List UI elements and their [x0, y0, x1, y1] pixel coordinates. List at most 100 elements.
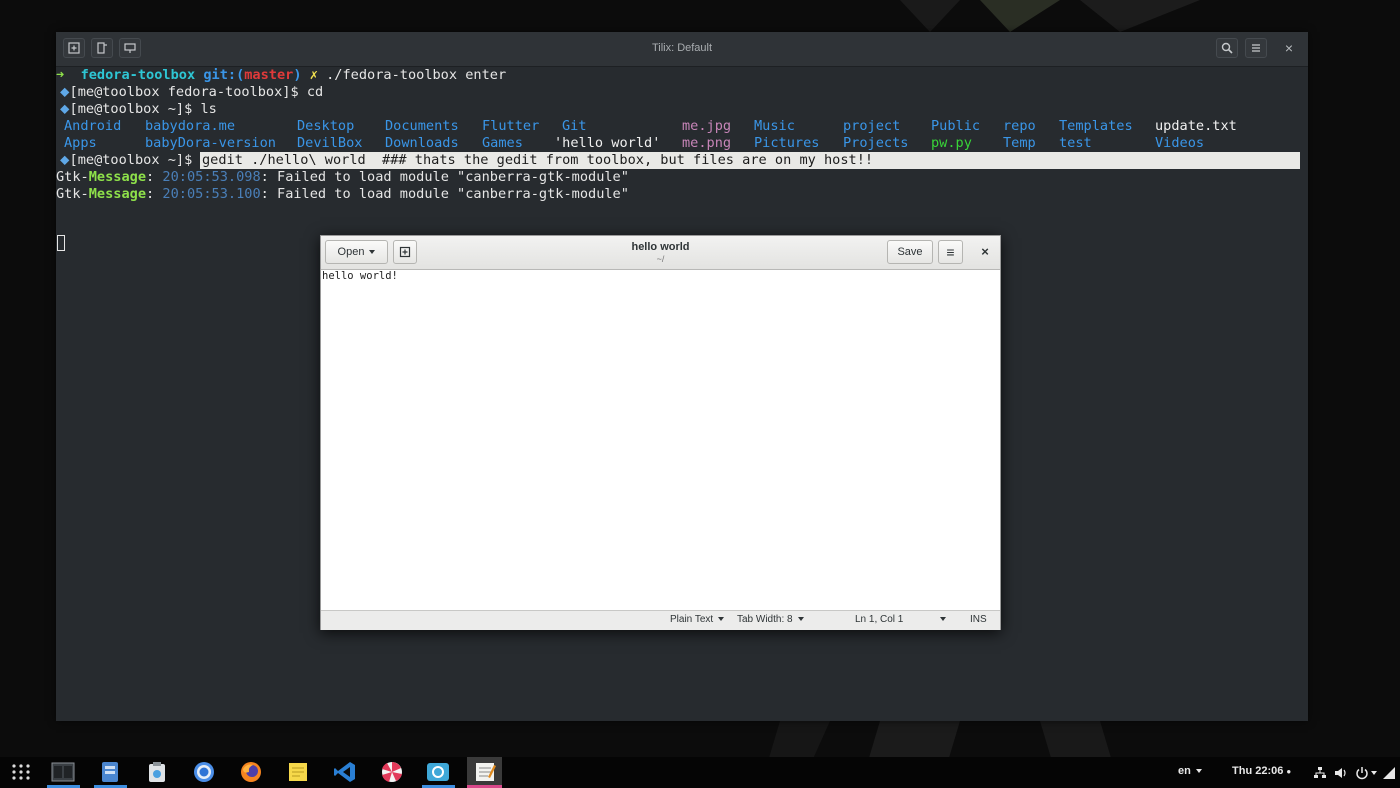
ls-entry: me.png: [682, 135, 732, 151]
message-time: 20:05:53.100: [162, 186, 261, 202]
message-prefix: Gtk-: [56, 169, 89, 185]
ls-entry: Flutter: [482, 118, 540, 134]
menu-button[interactable]: [1245, 38, 1267, 58]
ls-entry: Downloads: [385, 135, 459, 151]
terminal-line: ➜ fedora-toolbox git:(master) ✗ ./fedora…: [56, 67, 506, 84]
close-button[interactable]: ×: [977, 244, 993, 260]
git-label-close: ): [293, 67, 302, 83]
prompt: [me@toolbox ~]$: [69, 152, 193, 168]
prompt-arrow: ➜: [56, 67, 65, 83]
show-desktop-icon[interactable]: [1382, 766, 1396, 780]
keyboard-layout-menu[interactable]: en: [1178, 765, 1202, 777]
clipboard-icon[interactable]: [145, 761, 169, 783]
prompt-bullet-icon: ⬥: [60, 84, 70, 100]
ls-entry: Documents: [385, 118, 459, 134]
command-text: ls: [200, 101, 217, 117]
terminal-line: ⬥[me@toolbox ~]$ ls: [60, 101, 217, 118]
message-colon: :: [146, 169, 155, 185]
chevron-down-icon[interactable]: [1371, 771, 1377, 775]
ls-entry: babydora.me: [145, 118, 236, 134]
ls-entry: Android: [64, 118, 122, 134]
language-selector[interactable]: Plain Text: [670, 614, 725, 625]
power-icon[interactable]: [1355, 766, 1369, 780]
ls-entry: Games: [482, 135, 523, 151]
cursor-position: Ln 1, Col 1: [855, 614, 904, 625]
search-icon: [1221, 42, 1233, 54]
gtk-message-line: Gtk-Message: 20:05:53.100: Failed to loa…: [56, 186, 629, 203]
peppermint-icon[interactable]: [380, 761, 404, 783]
keyboard-layout-label: en: [1178, 765, 1191, 777]
git-dirty-mark: ✗: [309, 67, 318, 83]
ls-entry: Pictures: [754, 135, 820, 151]
prompt-bullet-icon: ⬥: [60, 152, 70, 168]
selected-command-text[interactable]: gedit ./hello\ world ### thats the gedit…: [200, 152, 1300, 169]
ls-entry: pw.py: [931, 135, 972, 151]
gedit-icon[interactable]: [473, 761, 497, 783]
tab-width-selector[interactable]: Tab Width: 8: [737, 614, 804, 625]
search-button[interactable]: [1216, 38, 1238, 58]
terminal-line: ⬥[me@toolbox ~]$: [60, 152, 192, 169]
position-dropdown[interactable]: [935, 614, 946, 625]
tilix-icon[interactable]: [51, 761, 75, 783]
terminal-line: ⬥[me@toolbox fedora-toolbox]$ cd: [60, 84, 323, 101]
terminal-cursor: [57, 235, 65, 251]
chevron-down-icon: [940, 617, 946, 622]
app-grid-icon[interactable]: [9, 761, 33, 783]
chevron-down-icon: [1195, 769, 1202, 774]
menu-icon: [1252, 44, 1260, 52]
ls-entry: repo: [1003, 118, 1036, 134]
insert-mode: INS: [970, 614, 987, 625]
ls-entry: me.jpg: [682, 118, 732, 134]
message-time: 20:05:53.098: [162, 169, 261, 185]
tilix-title: Tilix: Default: [651, 42, 713, 54]
tab-width-label: Tab Width: 8: [737, 614, 793, 625]
command-text: cd: [306, 84, 324, 100]
gtk-message-line: Gtk-Message: 20:05:53.098: Failed to loa…: [56, 169, 629, 186]
clock[interactable]: Thu 22:06 ●: [1232, 765, 1291, 777]
message-tag: Message: [88, 169, 147, 185]
clock-label: Thu 22:06: [1232, 765, 1284, 777]
ls-entry: update.txt: [1155, 118, 1237, 134]
sticky-notes-icon[interactable]: [286, 761, 310, 783]
save-button[interactable]: Save: [887, 240, 933, 264]
message-text: : Failed to load module "canberra-gtk-mo…: [260, 169, 629, 185]
firefox-icon[interactable]: [239, 761, 263, 783]
ls-entry: Public: [931, 118, 981, 134]
volume-icon[interactable]: [1334, 766, 1348, 780]
command-text: ./fedora-toolbox enter: [326, 67, 507, 83]
tilix-titlebar: Tilix: Default ×: [56, 32, 1308, 67]
prompt-directory: fedora-toolbox: [80, 67, 196, 83]
message-colon: :: [146, 186, 155, 202]
ls-entry: test: [1059, 135, 1092, 151]
ls-entry: Templates: [1059, 118, 1133, 134]
ls-entry: Temp: [1003, 135, 1036, 151]
message-tag: Message: [88, 186, 147, 202]
ls-entry: Music: [754, 118, 795, 134]
text-editor[interactable]: hello world!: [322, 270, 398, 282]
ls-entry: babyDora-version: [145, 135, 276, 151]
chevron-down-icon: [718, 617, 725, 622]
status-bar: Plain Text Tab Width: 8 Ln 1, Col 1 INS: [321, 610, 1000, 630]
ls-entry: Videos: [1155, 135, 1205, 151]
hamburger-menu-button[interactable]: ≡: [938, 240, 963, 264]
network-icon[interactable]: [1313, 766, 1327, 780]
files-icon[interactable]: [98, 761, 122, 783]
git-label: git:(: [203, 67, 245, 83]
chromium-icon[interactable]: [192, 761, 216, 783]
ls-entry: Apps: [64, 135, 97, 151]
ls-entry: Git: [562, 118, 587, 134]
ls-entry: project: [843, 118, 901, 134]
prompt: [me@toolbox fedora-toolbox]$: [69, 84, 299, 100]
ls-entry: 'hello world': [554, 135, 661, 151]
ls-entry: DevilBox: [297, 135, 363, 151]
language-label: Plain Text: [670, 614, 714, 625]
message-prefix: Gtk-: [56, 186, 89, 202]
vscode-icon[interactable]: [333, 761, 357, 783]
notification-dot-icon: ●: [1286, 767, 1292, 776]
prompt-bullet-icon: ⬥: [60, 101, 70, 117]
mojave-icon[interactable]: [426, 761, 450, 783]
gedit-headerbar: Open hello world ~/ Save ≡ ×: [321, 236, 1000, 270]
gedit-window: Open hello world ~/ Save ≡ × hello world…: [320, 235, 1001, 630]
message-text: : Failed to load module "canberra-gtk-mo…: [260, 186, 629, 202]
close-button[interactable]: ×: [1280, 39, 1298, 57]
